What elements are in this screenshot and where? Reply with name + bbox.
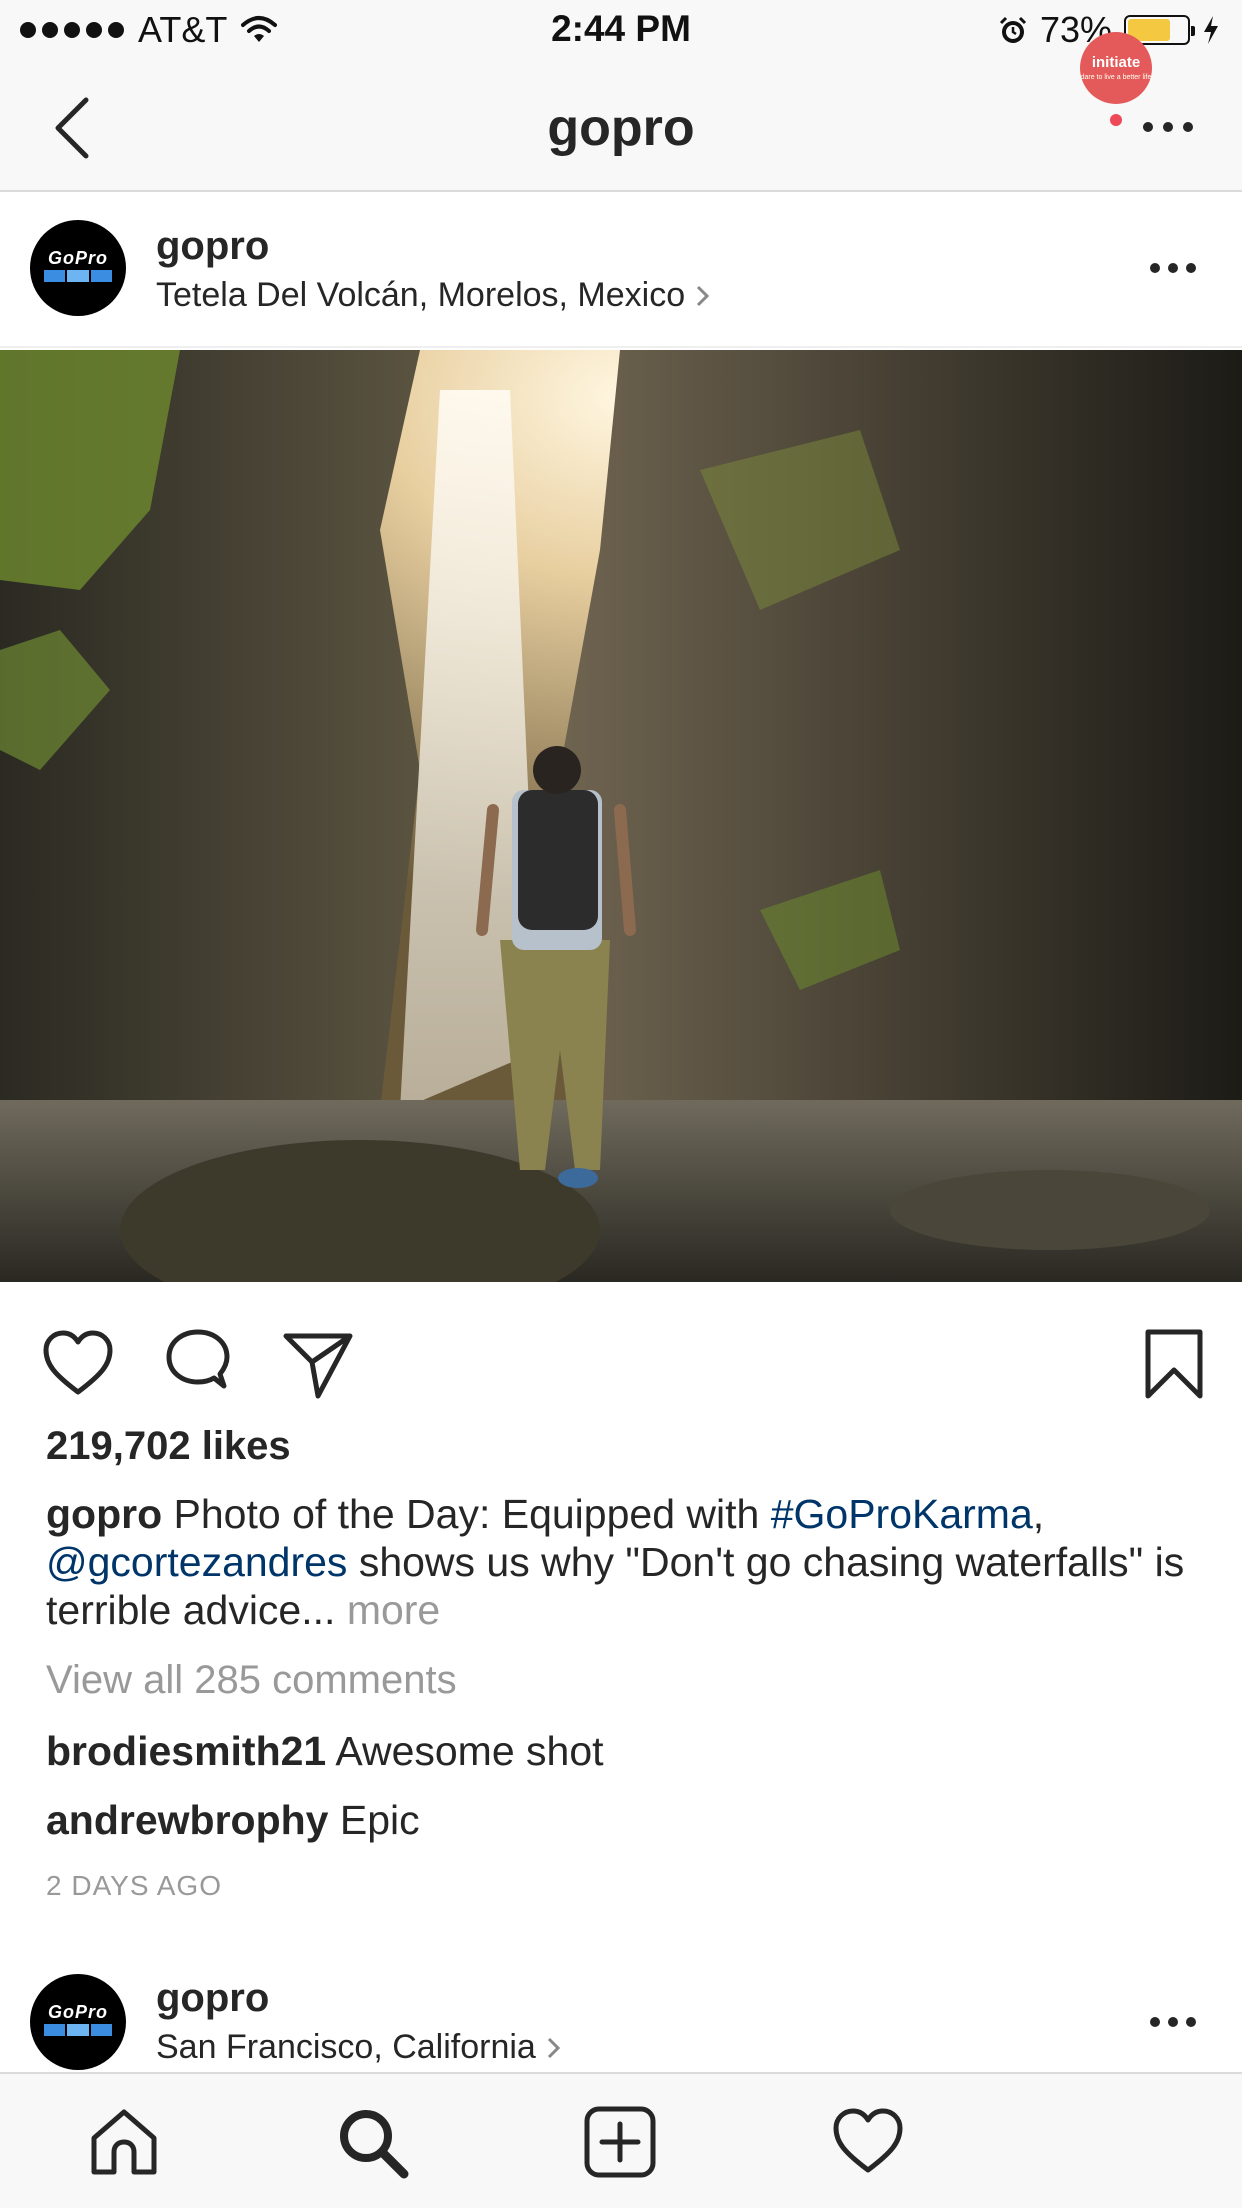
post-timestamp: 2 DAYS AGO (46, 1870, 222, 1901)
notification-dot (1110, 114, 1122, 126)
tab-bar (0, 2072, 1242, 2208)
post-caption: gopro Photo of the Day: Equipped with #G… (46, 1490, 1206, 1634)
avatar[interactable]: GoPro (30, 220, 126, 316)
post-location-label: Tetela Del Volcán, Morelos, Mexico (156, 276, 686, 314)
post-location-label: San Francisco, California (156, 2028, 536, 2066)
comment-icon[interactable] (160, 1326, 236, 1402)
chevron-right-icon (697, 285, 710, 306)
post-username[interactable]: gopro (156, 224, 269, 269)
gopro-logo-text: GoPro (47, 2002, 108, 2022)
caption-text: , (1032, 1491, 1045, 1537)
comment-username[interactable]: brodiesmith21 (46, 1728, 326, 1774)
heart-icon[interactable] (40, 1326, 116, 1402)
gopro-logo-text: GoPro (47, 248, 108, 268)
profile-avatar-tagline: dare to live a better life (1080, 74, 1152, 81)
chevron-right-icon (547, 2037, 560, 2058)
comment-item: andrewbrophy Epic (46, 1797, 420, 1844)
new-post-icon[interactable] (582, 2104, 658, 2180)
likes-count[interactable]: 219,702 likes (46, 1424, 291, 1469)
home-icon[interactable] (86, 2104, 162, 2180)
search-icon[interactable] (334, 2104, 410, 2180)
more-options-icon[interactable] (1138, 112, 1198, 142)
charging-bolt-icon (1204, 16, 1218, 44)
post-header: GoPro gopro Tetela Del Volcán, Morelos, … (0, 194, 1242, 348)
nav-bar: gopro (0, 60, 1242, 192)
post-more-icon[interactable] (1146, 256, 1200, 280)
alarm-icon (999, 16, 1026, 43)
view-all-comments-link[interactable]: View all 285 comments (46, 1658, 457, 1703)
bookmark-icon[interactable] (1136, 1326, 1212, 1402)
post-location[interactable]: Tetela Del Volcán, Morelos, Mexico (156, 276, 711, 315)
gopro-logo-icon (44, 270, 112, 282)
post-username[interactable]: gopro (156, 1976, 269, 2021)
avatar[interactable]: GoPro (30, 1974, 126, 2070)
waterfall-photo (0, 350, 1242, 1282)
comment-username[interactable]: andrewbrophy (46, 1797, 328, 1843)
caption-hashtag[interactable]: #GoProKarma (771, 1491, 1033, 1537)
post-location[interactable]: San Francisco, California (156, 2028, 562, 2067)
gopro-logo-icon (44, 2024, 112, 2036)
caption-more-link[interactable]: more (347, 1587, 440, 1633)
next-post-header: GoPro gopro San Francisco, California (0, 1954, 1242, 2072)
status-bar: AT&T 2:44 PM 73% (0, 0, 1242, 60)
comment-text: Epic (328, 1797, 420, 1843)
post-more-icon[interactable] (1146, 2010, 1200, 2034)
caption-username[interactable]: gopro (46, 1491, 162, 1537)
caption-ellipsis: ... (301, 1587, 347, 1633)
page-title: gopro (547, 99, 695, 157)
comment-text: Awesome shot (326, 1728, 604, 1774)
activity-heart-icon[interactable] (830, 2104, 906, 2180)
caption-mention[interactable]: @gcortezandres (46, 1539, 347, 1585)
post-photo[interactable] (0, 350, 1242, 1282)
profile-tab-avatar[interactable]: initiate dare to live a better life (1080, 32, 1152, 104)
app: AT&T 2:44 PM 73% gopro GoPro gopro Tetel… (0, 0, 1242, 2208)
profile-avatar-text: initiate (1091, 54, 1141, 71)
caption-text: Photo of the Day: Equipped with (162, 1491, 771, 1537)
comment-item: brodiesmith21 Awesome shot (46, 1728, 604, 1775)
share-icon[interactable] (280, 1326, 356, 1402)
post-actions (0, 1300, 1242, 1412)
